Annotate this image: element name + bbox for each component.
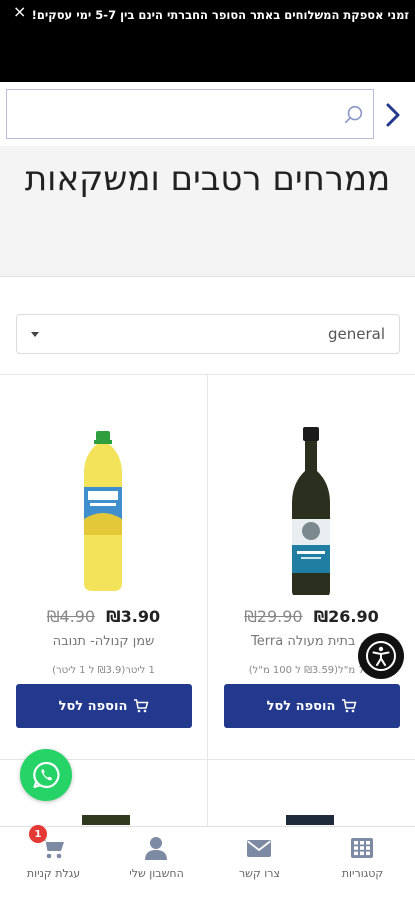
nav-contact[interactable]: צרו קשר [208,827,311,900]
nav-account[interactable]: החשבון שלי [105,827,208,900]
nav-label: צרו קשר [238,867,281,880]
nav-cart[interactable]: 1 עגלת קניות [2,825,105,900]
add-to-cart-label: הוספה לסל [266,698,336,714]
nav-label: קטגוריות [341,867,384,880]
product-price: ₪26.90 [313,607,379,626]
page-title: ממרחים רטבים ומשקאות [24,159,391,199]
user-icon [145,837,167,860]
product-image-peek[interactable] [286,815,334,825]
price-row: ₪3.90 ₪4.90 [0,607,207,626]
sort-selected-value: general [327,325,385,343]
product-image-peek[interactable] [82,815,130,825]
product-unit-price: 1 ליטר(₪3.9 ל 1 ליטר) [52,665,155,676]
chevron-right-icon[interactable] [383,102,403,128]
close-banner-button[interactable]: × [13,2,26,22]
product-card[interactable]: ₪26.90 ₪29.90 ... בתית מעולה Terra 7.5 מ… [208,375,415,759]
bottom-navigation: קטגוריות צרו קשר החשבון שלי 1 עגלת קניות [0,825,415,900]
caret-down-icon [31,332,39,337]
product-card[interactable]: ₪3.90 ₪4.90 שמן קנולה- תנובה 1 ליטר(₪3.9… [0,375,207,759]
search-icon[interactable] [343,104,365,126]
accessibility-button[interactable] [358,633,404,679]
accessibility-icon [366,641,396,671]
mail-icon [247,840,271,857]
add-to-cart-label: הוספה לסל [58,698,128,714]
cart-icon [342,699,357,713]
nav-categories[interactable]: קטגוריות [311,827,414,900]
whatsapp-icon [33,761,60,789]
category-header: ממרחים רטבים ומשקאות [0,146,415,277]
product-old-price: ₪4.90 [46,607,96,626]
add-to-cart-button[interactable]: הוספה לסל [16,684,192,728]
product-old-price: ₪29.90 [244,607,303,626]
price-row: ₪26.90 ₪29.90 [208,607,415,626]
nav-label: עגלת קניות [26,867,81,880]
cart-count-badge: 1 [29,825,47,843]
search-bar [0,82,415,146]
search-input[interactable] [6,89,374,139]
cart-icon [134,699,149,713]
banner-text: זמני אספקת המשלוחים באתר הסופר החברתי הי… [31,8,409,22]
product-price: ₪3.90 [106,607,161,626]
nav-label: החשבון שלי [129,867,184,880]
add-to-cart-button[interactable]: הוספה לסל [224,684,400,728]
grid-icon [351,838,373,858]
canola-oil-bottle-icon[interactable] [0,415,207,595]
olive-oil-bottle-icon[interactable] [208,415,415,595]
product-name[interactable]: שמן קנולה- תנובה [0,634,207,649]
announcement-banner: × זמני אספקת המשלוחים באתר הסופר החברתי … [0,0,415,82]
sort-select[interactable]: general [16,314,400,354]
whatsapp-button[interactable] [20,749,72,801]
